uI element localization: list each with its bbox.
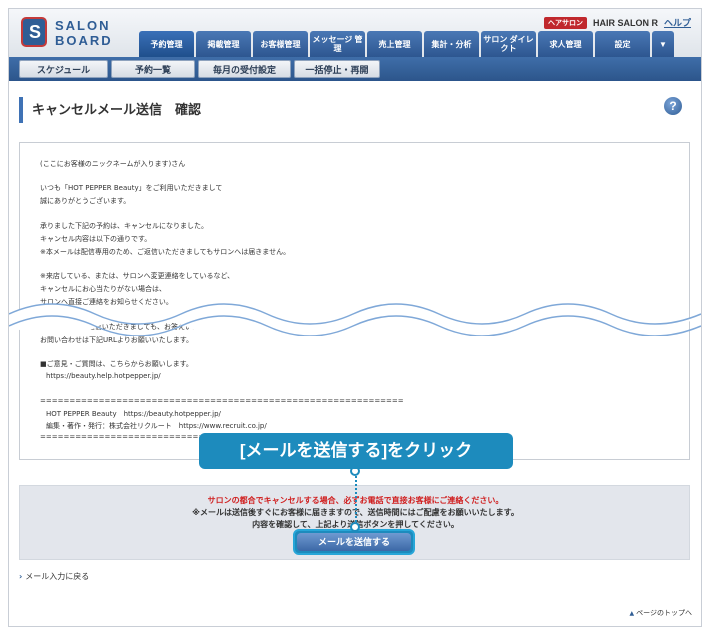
back-to-mail-input-link[interactable]: › メール入力に戻る (19, 571, 89, 582)
subnav-schedule[interactable]: スケジュール (19, 60, 108, 78)
chevron-right-icon: › (19, 572, 23, 581)
mail-line: 編集・著作・発行：株式会社リクルート https://www.recruit.c… (46, 422, 267, 430)
tab-reservation[interactable]: 予約管理 (139, 31, 194, 57)
mail-line: 誠にありがとうございます。 (40, 197, 131, 205)
tab-salon-direct[interactable]: サロン ダイレクト (481, 31, 536, 57)
content-omission-wave (9, 303, 701, 336)
mail-line: ========================================… (40, 397, 404, 405)
page-top-link[interactable]: ▲ ページのトップへ (630, 608, 693, 618)
menu-dropdown-icon[interactable]: ▼ (652, 31, 674, 57)
salon-name: HAIR SALON R (592, 17, 658, 28)
mail-line: キャンセル内容は以下の通りです。 (40, 235, 152, 243)
tab-settings[interactable]: 設定 (595, 31, 650, 57)
mail-line: いつも「HOT PEPPER Beauty」をご利用いただきまして (40, 184, 223, 192)
mail-line: HOT PEPPER Beauty https://beauty.hotpepp… (46, 410, 221, 418)
salon-board-logo-text[interactable]: SALON BOARD (55, 18, 113, 48)
main-nav: 予約管理 掲載管理 お客様管理 メッセージ 管理 売上管理 集計・分析 サロン … (139, 31, 674, 57)
tab-analytics[interactable]: 集計・分析 (424, 31, 479, 57)
mail-line: ※本メールは配信専用のため、ご返信いただきましてもサロンへは届きません。 (40, 248, 291, 256)
salon-board-logo-icon[interactable]: S (21, 17, 47, 47)
mail-line: お問い合わせは下記URLよりお願いいたします。 (40, 336, 194, 344)
instruction-callout: [メールを送信する]をクリック (199, 433, 513, 469)
subnav-monthly-settings[interactable]: 毎月の受付設定 (198, 60, 291, 78)
mail-line: ■ご意見・ご質問は、こちらからお願いします。 (40, 360, 193, 368)
tab-message[interactable]: メッセージ 管理 (310, 31, 365, 57)
sub-nav: スケジュール 予約一覧 毎月の受付設定 一括停止・再開 (9, 57, 701, 81)
help-icon[interactable]: ? (664, 97, 682, 115)
help-link[interactable]: ヘルプ (664, 16, 691, 29)
hair-salon-badge: ヘアサロン (543, 16, 587, 29)
callout-dot-bottom (350, 522, 360, 532)
send-mail-button[interactable]: メールを送信する (293, 529, 415, 555)
mail-line: ※来店している、または、サロンへ変更連絡をしているなど、 (40, 272, 235, 280)
tab-recruit[interactable]: 求人管理 (538, 31, 593, 57)
header: S SALON BOARD ヘアサロン HAIR SALON R ヘルプ 予約管… (9, 9, 701, 57)
callout-connector (355, 476, 357, 526)
triangle-up-icon: ▲ (629, 610, 635, 617)
tab-customer[interactable]: お客様管理 (253, 31, 308, 57)
tab-sales[interactable]: 売上管理 (367, 31, 422, 57)
subnav-reservation-list[interactable]: 予約一覧 (111, 60, 195, 78)
subnav-bulk-stop[interactable]: 一括停止・再開 (294, 60, 380, 78)
page-title: キャンセルメール送信 確認 (19, 97, 659, 123)
header-account: ヘアサロン HAIR SALON R ヘルプ (543, 16, 691, 29)
mail-line: https://beauty.help.hotpepper.jp/ (46, 372, 161, 380)
mail-line: 承りました下記の予約は、キャンセルになりました。 (40, 222, 208, 230)
mail-line: (ここにお客様のニックネームが入ります)さん (40, 160, 186, 168)
tab-listing[interactable]: 掲載管理 (196, 31, 251, 57)
